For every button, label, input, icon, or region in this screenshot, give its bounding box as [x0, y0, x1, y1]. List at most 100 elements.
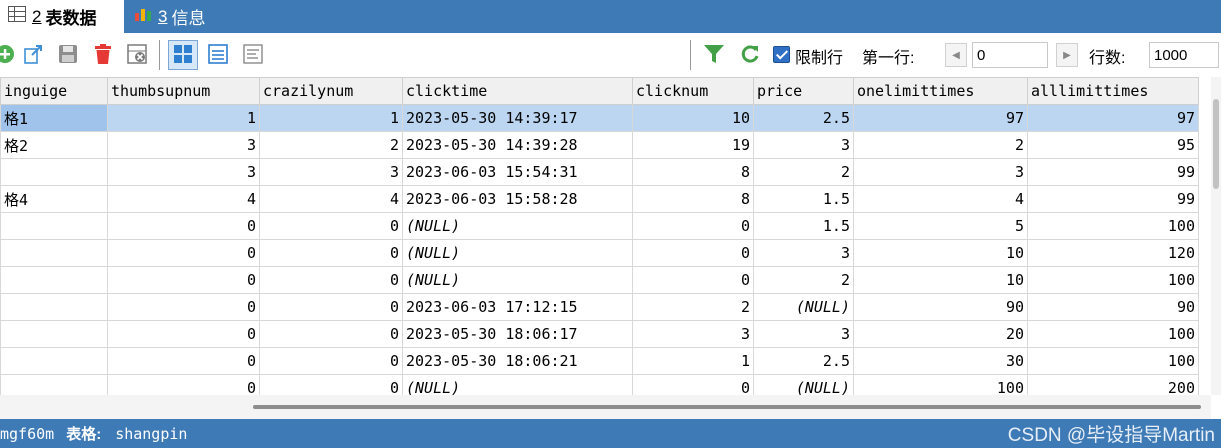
prev-page-button[interactable]: ◀: [945, 43, 967, 67]
table-cell[interactable]: [0, 158, 108, 186]
table-cell[interactable]: 1.5: [753, 212, 854, 240]
grid-view-icon[interactable]: [172, 43, 194, 65]
table-cell[interactable]: 95: [1027, 131, 1199, 159]
rows-count-input[interactable]: [1149, 42, 1219, 68]
table-cell[interactable]: 2023-06-03 15:58:28: [402, 185, 633, 213]
column-header[interactable]: onelimittimes: [853, 77, 1028, 105]
table-cell[interactable]: (NULL): [402, 239, 633, 267]
table-cell[interactable]: 99: [1027, 185, 1199, 213]
add-record-icon[interactable]: [0, 43, 16, 65]
table-cell[interactable]: 2: [753, 158, 854, 186]
discard-icon[interactable]: [126, 43, 148, 65]
tab-info[interactable]: 3 信息: [128, 0, 238, 33]
next-page-button[interactable]: ▶: [1056, 43, 1078, 67]
table-cell[interactable]: 0: [632, 239, 754, 267]
table-cell[interactable]: 2023-05-30 14:39:17: [402, 104, 633, 132]
table-cell[interactable]: 90: [1027, 293, 1199, 321]
table-cell[interactable]: 0: [107, 374, 260, 395]
table-cell[interactable]: 2: [259, 131, 403, 159]
table-cell[interactable]: 100: [1027, 212, 1199, 240]
horizontal-scrollbar[interactable]: [0, 395, 1211, 419]
table-row[interactable]: 0 0 2023-06-03 17:12:15 2 (NULL) 90 90: [0, 293, 1199, 321]
first-row-input[interactable]: [972, 42, 1048, 68]
table-cell[interactable]: 5: [853, 212, 1028, 240]
table-cell[interactable]: 0: [107, 239, 260, 267]
table-cell[interactable]: 4: [259, 185, 403, 213]
table-cell[interactable]: (NULL): [402, 212, 633, 240]
table-cell[interactable]: 0: [107, 266, 260, 294]
table-cell[interactable]: 格2: [0, 131, 108, 159]
table-cell[interactable]: 2.5: [753, 104, 854, 132]
table-cell[interactable]: 0: [259, 239, 403, 267]
table-cell[interactable]: 99: [1027, 158, 1199, 186]
table-cell[interactable]: 10: [632, 104, 754, 132]
vertical-scrollbar[interactable]: [1211, 77, 1221, 395]
column-header[interactable]: alllimittimes: [1027, 77, 1199, 105]
limit-rows-checkbox[interactable]: [773, 46, 790, 63]
column-header[interactable]: thumbsupnum: [107, 77, 260, 105]
table-cell[interactable]: [0, 293, 108, 321]
table-cell[interactable]: 2023-06-03 17:12:15: [402, 293, 633, 321]
table-cell[interactable]: 4: [107, 185, 260, 213]
table-cell[interactable]: 2.5: [753, 347, 854, 375]
table-cell[interactable]: 0: [107, 320, 260, 348]
table-cell[interactable]: 1: [107, 104, 260, 132]
table-row[interactable]: 3 3 2023-06-03 15:54:31 8 2 3 99: [0, 158, 1199, 186]
table-cell[interactable]: 90: [853, 293, 1028, 321]
table-cell[interactable]: 格1: [0, 104, 108, 132]
table-cell[interactable]: (NULL): [753, 374, 854, 395]
form-view-icon[interactable]: [207, 43, 229, 65]
table-cell[interactable]: 3: [259, 158, 403, 186]
table-cell[interactable]: 1: [259, 104, 403, 132]
table-cell[interactable]: [0, 266, 108, 294]
table-cell[interactable]: (NULL): [402, 266, 633, 294]
column-header[interactable]: inguige: [0, 77, 108, 105]
table-cell[interactable]: 120: [1027, 239, 1199, 267]
table-cell[interactable]: [0, 347, 108, 375]
delete-icon[interactable]: [92, 43, 114, 65]
table-cell[interactable]: 4: [853, 185, 1028, 213]
table-cell[interactable]: [0, 374, 108, 395]
table-cell[interactable]: 100: [853, 374, 1028, 395]
table-cell[interactable]: 200: [1027, 374, 1199, 395]
text-view-icon[interactable]: [242, 43, 264, 65]
filter-icon[interactable]: [703, 43, 725, 65]
table-cell[interactable]: 3: [107, 158, 260, 186]
table-cell[interactable]: 0: [107, 347, 260, 375]
column-header[interactable]: clicknum: [632, 77, 754, 105]
table-cell[interactable]: 0: [107, 212, 260, 240]
tab-table-data[interactable]: 2 表数据: [0, 0, 124, 33]
column-header[interactable]: clicktime: [402, 77, 633, 105]
table-row[interactable]: 格2 3 2 2023-05-30 14:39:28 19 3 2 95: [0, 131, 1199, 159]
table-cell[interactable]: 97: [1027, 104, 1199, 132]
table-row[interactable]: 格4 4 4 2023-06-03 15:58:28 8 1.5 4 99: [0, 185, 1199, 213]
table-cell[interactable]: 3: [107, 131, 260, 159]
table-cell[interactable]: 0: [632, 266, 754, 294]
table-cell[interactable]: 3: [753, 320, 854, 348]
table-cell[interactable]: 1.5: [753, 185, 854, 213]
export-icon[interactable]: [23, 43, 45, 65]
table-cell[interactable]: 0: [632, 212, 754, 240]
table-cell[interactable]: 10: [853, 239, 1028, 267]
table-row[interactable]: 0 0 (NULL) 0 (NULL) 100 200: [0, 374, 1199, 395]
table-cell[interactable]: 3: [853, 158, 1028, 186]
table-row[interactable]: 0 0 2023-05-30 18:06:17 3 3 20 100: [0, 320, 1199, 348]
table-cell[interactable]: 2023-05-30 18:06:21: [402, 347, 633, 375]
table-cell[interactable]: 19: [632, 131, 754, 159]
table-cell[interactable]: 0: [259, 374, 403, 395]
save-icon[interactable]: [57, 43, 79, 65]
table-row[interactable]: 格1 1 1 2023-05-30 14:39:17 10 2.5 97 97: [0, 104, 1199, 132]
table-cell[interactable]: 2023-05-30 18:06:17: [402, 320, 633, 348]
table-cell[interactable]: 0: [632, 374, 754, 395]
horizontal-scroll-thumb[interactable]: [253, 405, 1201, 409]
refresh-icon[interactable]: [739, 43, 761, 65]
table-cell[interactable]: [0, 239, 108, 267]
table-cell[interactable]: 2: [632, 293, 754, 321]
table-cell[interactable]: 0: [259, 212, 403, 240]
table-cell[interactable]: (NULL): [402, 374, 633, 395]
table-cell[interactable]: 格4: [0, 185, 108, 213]
table-cell[interactable]: 20: [853, 320, 1028, 348]
table-cell[interactable]: 2: [853, 131, 1028, 159]
table-cell[interactable]: 2023-05-30 14:39:28: [402, 131, 633, 159]
table-cell[interactable]: 1: [632, 347, 754, 375]
